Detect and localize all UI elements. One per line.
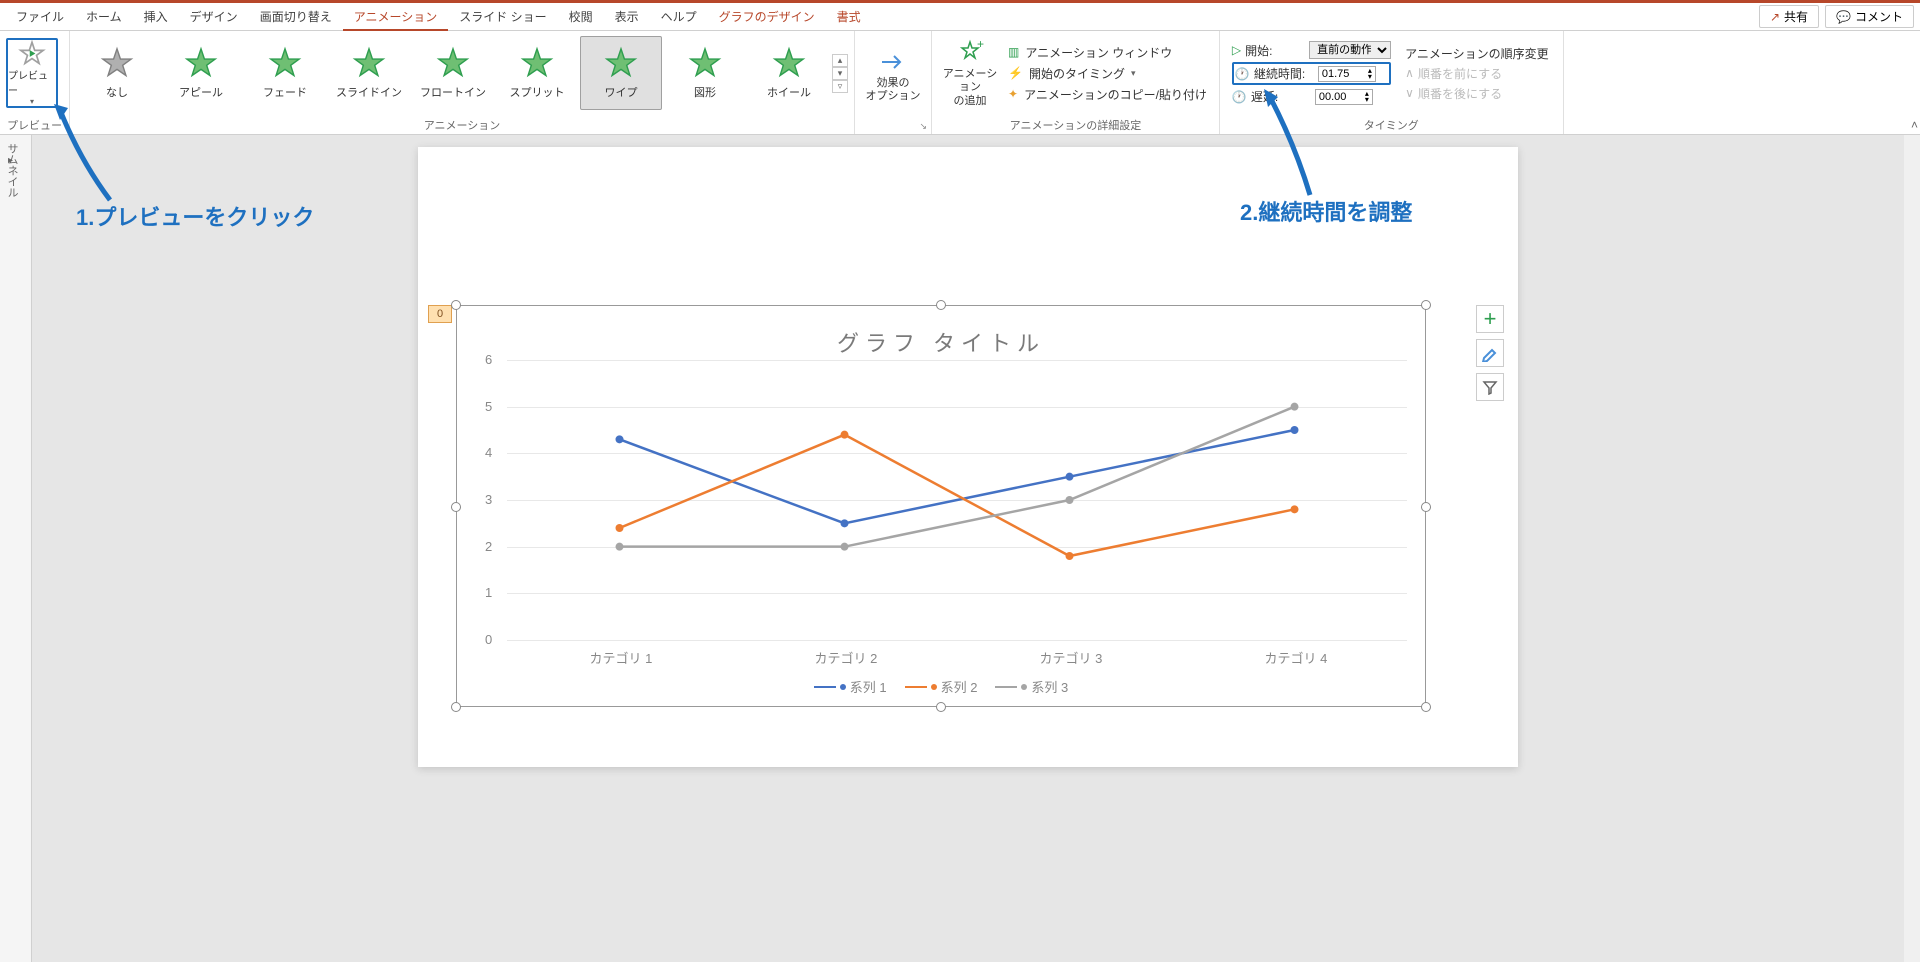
- duration-spinner[interactable]: 01.75▴▾: [1318, 66, 1376, 82]
- anim-item-7[interactable]: 図形: [664, 36, 746, 110]
- group-advanced-label: アニメーションの詳細設定: [932, 115, 1219, 134]
- gallery-more[interactable]: ▴▾▿: [832, 54, 848, 93]
- share-button[interactable]: ↗共有: [1759, 5, 1819, 28]
- animation-tag[interactable]: 0: [428, 305, 452, 323]
- chart-filter-button[interactable]: [1476, 373, 1504, 401]
- expand-icon[interactable]: ▸: [8, 155, 13, 166]
- delay-icon: 🕐: [1232, 90, 1247, 104]
- chart-elements-button[interactable]: +: [1476, 305, 1504, 333]
- start-select[interactable]: 直前の動作…: [1309, 41, 1391, 59]
- tab-review[interactable]: 校閲: [558, 3, 604, 31]
- star-icon: [772, 46, 806, 80]
- y-tick-label: 1: [485, 585, 492, 600]
- tab-transition[interactable]: 画面切り替え: [249, 3, 343, 31]
- star-icon: [352, 46, 386, 80]
- star-brush-icon: ✦: [1008, 87, 1018, 101]
- play-icon: ▷: [1232, 43, 1241, 57]
- legend-item: 系列 3: [995, 677, 1068, 696]
- x-tick-label: カテゴリ 2: [815, 648, 878, 667]
- tab-animation[interactable]: アニメーション: [343, 3, 449, 31]
- anim-item-5[interactable]: スプリット: [496, 36, 578, 110]
- effect-options-button[interactable]: 効果の オプション: [861, 38, 925, 112]
- add-animation-button[interactable]: + アニメーション の追加: [938, 36, 1002, 110]
- star-icon: [268, 46, 302, 80]
- x-tick-label: カテゴリ 3: [1040, 648, 1103, 667]
- chart-object[interactable]: グラフ タイトル 0 1 2 3 4 5 6 カテゴリ 1 カテゴリ 2 カテゴリ 3 カテゴリ 4…: [456, 305, 1426, 707]
- collapse-ribbon-icon[interactable]: ˄: [1911, 118, 1918, 132]
- clock-icon: 🕐: [1235, 67, 1250, 81]
- animation-painter-button[interactable]: ✦アニメーションのコピー/貼り付け: [1008, 86, 1207, 103]
- reorder-next-button[interactable]: ∨順番を後にする: [1405, 85, 1549, 102]
- star-icon: [520, 46, 554, 80]
- anim-item-3[interactable]: スライドイン: [328, 36, 410, 110]
- annotation-arrow-2: [1250, 85, 1370, 205]
- x-tick-label: カテゴリ 1: [590, 648, 653, 667]
- lightning-icon: ⚡: [1008, 66, 1023, 80]
- svg-text:+: +: [977, 38, 984, 51]
- x-tick-label: カテゴリ 4: [1265, 648, 1328, 667]
- star-plus-icon: +: [955, 38, 985, 68]
- star-play-icon: [15, 40, 49, 67]
- tab-design[interactable]: デザイン: [179, 3, 249, 31]
- anim-item-0[interactable]: なし: [76, 36, 158, 110]
- timing-start-row: ▷ 開始: 直前の動作…: [1232, 41, 1391, 59]
- dialog-launcher-icon[interactable]: ↘: [919, 121, 927, 132]
- tab-file[interactable]: ファイル: [5, 3, 75, 31]
- tab-insert[interactable]: 挿入: [133, 3, 179, 31]
- y-tick-label: 0: [485, 632, 492, 647]
- comment-button[interactable]: 💬コメント: [1825, 5, 1914, 28]
- brush-icon: [1481, 344, 1499, 362]
- reorder-label: アニメーションの順序変更: [1405, 45, 1549, 62]
- vertical-scrollbar[interactable]: [1904, 135, 1920, 962]
- tab-chartdesign[interactable]: グラフのデザイン: [708, 3, 826, 31]
- funnel-icon: [1482, 379, 1498, 395]
- y-tick-label: 6: [485, 352, 492, 367]
- legend-item: 系列 1: [814, 677, 887, 696]
- star-icon: [436, 46, 470, 80]
- tab-format[interactable]: 書式: [826, 3, 872, 31]
- tab-help[interactable]: ヘルプ: [650, 3, 708, 31]
- star-icon: [688, 46, 722, 80]
- legend-item: 系列 2: [905, 677, 978, 696]
- annotation-arrow-1: [50, 100, 150, 210]
- y-tick-label: 4: [485, 445, 492, 460]
- arrow-right-icon: [878, 47, 908, 77]
- anim-item-8[interactable]: ホイール: [748, 36, 830, 110]
- trigger-button[interactable]: ⚡開始のタイミング ▾: [1008, 65, 1207, 82]
- y-tick-label: 3: [485, 492, 492, 507]
- reorder-prev-button[interactable]: ∧順番を前にする: [1405, 65, 1549, 82]
- group-animation-label: アニメーション: [70, 115, 854, 134]
- anim-item-2[interactable]: フェード: [244, 36, 326, 110]
- tab-slideshow[interactable]: スライド ショー: [448, 3, 557, 31]
- chart-title: グラフ タイトル: [457, 306, 1425, 358]
- tab-view[interactable]: 表示: [604, 3, 650, 31]
- thumbnails-pane[interactable]: ▸ サムネイル: [0, 135, 32, 962]
- star-icon: [604, 46, 638, 80]
- slide-canvas[interactable]: 0 グラフ タイトル 0 1 2 3 4 5 6 カテゴリ 1 カテゴリ 2 カテゴリ 3 カテゴリ…: [418, 147, 1518, 767]
- preview-button[interactable]: プレビュー ▾: [6, 38, 58, 108]
- star-icon: [100, 46, 134, 80]
- anim-item-1[interactable]: アピール: [160, 36, 242, 110]
- animation-gallery: なしアピールフェードスライドインフロートインスプリットワイプ図形ホイール: [76, 36, 830, 110]
- anim-item-6[interactable]: ワイプ: [580, 36, 662, 110]
- tab-home[interactable]: ホーム: [75, 3, 133, 31]
- ribbon: プレビュー ▾ プレビュー なしアピールフェードスライドインフロートインスプリッ…: [0, 31, 1920, 135]
- y-tick-label: 2: [485, 539, 492, 554]
- chart-styles-button[interactable]: [1476, 339, 1504, 367]
- chart-legend: 系列 1 系列 2 系列 3: [457, 677, 1425, 696]
- star-icon: [184, 46, 218, 80]
- ribbon-tabs: ファイル ホーム 挿入 デザイン 画面切り替え アニメーション スライド ショー…: [0, 3, 1920, 31]
- pane-icon: ▥: [1008, 45, 1019, 59]
- timing-duration-row: 🕐 継続時間: 01.75▴▾: [1232, 62, 1391, 85]
- anim-item-4[interactable]: フロートイン: [412, 36, 494, 110]
- animation-pane-button[interactable]: ▥アニメーション ウィンドウ: [1008, 44, 1207, 61]
- y-tick-label: 5: [485, 399, 492, 414]
